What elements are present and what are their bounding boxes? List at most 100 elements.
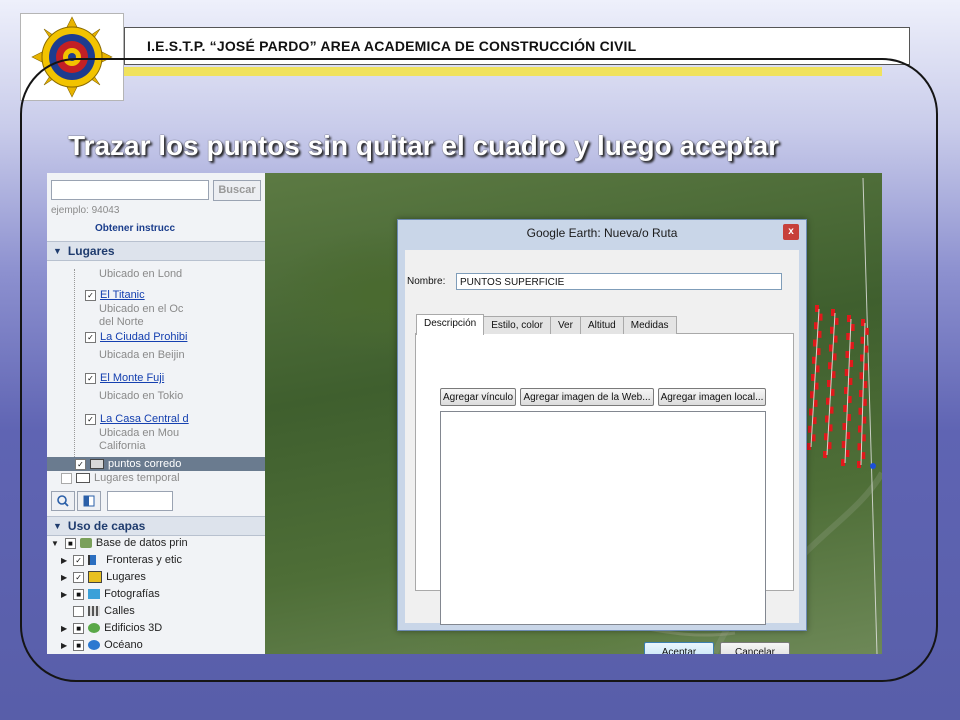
track-point (858, 425, 862, 433)
layer-item[interactable]: ▶ ✓ Lugares (61, 571, 146, 583)
selected-place-row[interactable]: ✓ puntos corredo (47, 457, 265, 471)
checkbox[interactable]: ✓ (75, 458, 86, 470)
track-point (864, 327, 869, 335)
track-point (823, 451, 827, 458)
triangle-down-icon: ▼ (51, 538, 59, 548)
dialog-title: Google Earth: Nueva/o Ruta (526, 226, 678, 240)
place-link[interactable]: El Monte Fuji (100, 372, 164, 384)
places-section-header[interactable]: ▼ Lugares (47, 241, 265, 261)
name-label: Nombre: (407, 276, 446, 287)
place-link[interactable]: El Titanic (100, 289, 145, 301)
panel-toggle-button[interactable] (77, 491, 101, 511)
tab-altitud[interactable]: Altitud (579, 316, 624, 334)
tab-ver[interactable]: Ver (549, 316, 581, 334)
layers-header-label: Uso de capas (67, 519, 146, 533)
directions-link[interactable]: Obtener instrucc (95, 223, 175, 234)
place-sub: California (99, 440, 146, 452)
place-sub: del Norte (99, 316, 144, 328)
place-item-casa-central[interactable]: ✓ La Casa Central d (85, 413, 189, 425)
track-point (841, 441, 846, 448)
triangle-right-icon: ▶ (61, 589, 68, 599)
search-button[interactable]: Buscar (213, 180, 261, 201)
institution-name: I.E.S.T.P. “JOSÉ PARDO” AREA ACADEMICA D… (147, 38, 637, 54)
tab-estilo-color[interactable]: Estilo, color (483, 316, 551, 334)
satellite-map[interactable]: Google Earth: Nueva/o Ruta x Nombre: PUN… (265, 173, 882, 654)
place-item-titanic[interactable]: ✓ El Titanic (85, 289, 145, 301)
checkbox[interactable]: ✓ (73, 571, 85, 583)
place-sub: Ubicado en Tokio (99, 390, 184, 402)
place-item-monte-fuji[interactable]: ✓ El Monte Fuji (85, 372, 164, 384)
checkbox[interactable]: ✓ (85, 289, 96, 301)
new-path-dialog: Google Earth: Nueva/o Ruta x Nombre: PUN… (397, 219, 807, 654)
accept-button[interactable]: Aceptar (644, 642, 714, 654)
tab-descripcion[interactable]: Descripción (416, 314, 485, 335)
triangle-right-icon: ▶ (61, 623, 68, 633)
search-panel-button[interactable] (51, 491, 75, 511)
google-earth-window: Buscar ejemplo: 94043 Obtener instrucc ▼… (47, 173, 882, 654)
selected-place-label: puntos corredo (108, 458, 182, 470)
place-sub: Ubicado en Lond (99, 268, 183, 280)
triangle-down-icon: ▼ (53, 246, 62, 256)
layer-label: Fronteras y etic (106, 554, 182, 566)
layer-item[interactable]: ▶ ■ Océano (61, 639, 143, 651)
magnifier-icon (57, 495, 69, 507)
checkbox[interactable]: ✓ (85, 331, 96, 343)
place-item-ciudad-prohibida[interactable]: ✓ La Ciudad Prohibi (85, 331, 187, 343)
track-point (843, 405, 848, 412)
layer-item[interactable]: ▶ ■ Fotografías (61, 588, 160, 600)
add-web-image-button[interactable]: Agregar imagen de la Web... (520, 388, 654, 406)
layer-label: Océano (104, 639, 143, 651)
layer-item[interactable]: ▼ ■ Base de datos prin (51, 537, 188, 549)
temporary-places-row[interactable]: Lugares temporal (61, 472, 180, 484)
layer-label: Calles (104, 605, 135, 617)
tab-medidas[interactable]: Medidas (622, 316, 677, 334)
flag-icon (88, 555, 103, 565)
description-textarea[interactable] (440, 411, 766, 625)
route-end-point[interactable] (870, 463, 876, 469)
checkbox[interactable]: ✓ (85, 372, 96, 384)
layer-label: Base de datos prin (95, 537, 188, 549)
checkbox[interactable]: ■ (73, 622, 85, 634)
checkbox[interactable]: ■ (73, 639, 85, 651)
track-point (863, 363, 868, 371)
track-point (858, 407, 863, 415)
cancel-button[interactable]: Cancelar (720, 642, 790, 654)
layer-item[interactable]: ▶ Calles (61, 605, 135, 617)
layer-label: Edificios 3D (104, 622, 163, 634)
track-point (861, 319, 865, 326)
checkbox[interactable]: ✓ (73, 554, 85, 566)
search-input[interactable] (51, 180, 209, 200)
track-point (860, 336, 865, 344)
layer-item[interactable]: ▶ ■ Edificios 3D (61, 622, 162, 634)
folder-icon (76, 473, 90, 483)
checkbox[interactable] (73, 605, 85, 617)
place-sub: Ubicada en Mou (99, 427, 180, 439)
layers-section-header[interactable]: ▼ Uso de capas (47, 516, 265, 536)
track-point (859, 390, 863, 397)
track-point (861, 452, 866, 460)
place-link[interactable]: La Ciudad Prohibi (100, 331, 187, 343)
buildings-icon (88, 623, 101, 633)
panel-field[interactable] (107, 491, 173, 511)
checkbox[interactable]: ✓ (85, 413, 96, 425)
panel-icon (83, 495, 95, 507)
checkbox[interactable]: ■ (64, 537, 76, 549)
name-field[interactable]: PUNTOS SUPERFICIE (456, 273, 782, 290)
track-point (863, 381, 868, 389)
checkbox[interactable]: ■ (73, 588, 85, 600)
track-point (860, 354, 864, 362)
track-point (861, 434, 866, 442)
close-button[interactable]: x (783, 224, 799, 240)
track-point (857, 461, 861, 468)
layer-item[interactable]: ▶ ✓ Fronteras y etic (61, 554, 182, 566)
add-local-image-button[interactable]: Agregar imagen local... (658, 388, 766, 406)
sidebar-panel: Buscar ejemplo: 94043 Obtener instrucc ▼… (47, 173, 265, 654)
photo-icon (88, 589, 101, 599)
checkbox[interactable] (61, 472, 72, 484)
tree-line (74, 269, 75, 459)
triangle-right-icon: ▶ (61, 555, 68, 565)
place-sub: Ubicado en el Oc (99, 303, 184, 315)
add-link-button[interactable]: Agregar vínculo (440, 388, 516, 406)
track-point (807, 443, 811, 450)
place-link[interactable]: La Casa Central d (100, 413, 189, 425)
